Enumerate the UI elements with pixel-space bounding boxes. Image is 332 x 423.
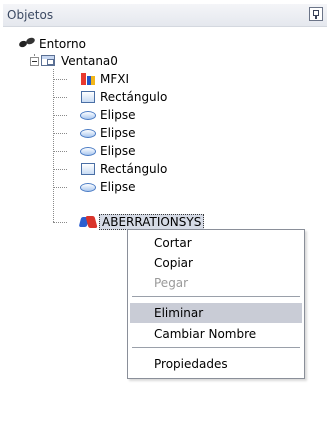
tree-item-entorno[interactable]: Entorno	[19, 35, 86, 53]
tree-connector	[53, 151, 67, 152]
tree-connector	[53, 115, 67, 116]
tree-item[interactable]: Elipse	[80, 106, 136, 124]
menu-item-copy[interactable]: Copiar	[130, 253, 302, 273]
menu-separator	[132, 347, 300, 348]
window-icon	[41, 54, 57, 68]
tree-connector	[53, 187, 67, 188]
tree-item-label: ABERRATIONSYS	[99, 214, 205, 230]
tree-item-label: Ventana0	[61, 54, 118, 68]
rectangle-icon	[80, 90, 96, 104]
tree-item[interactable]: Rectángulo	[80, 88, 167, 106]
tree-item[interactable]: MFXI	[80, 70, 129, 88]
ellipse-icon	[80, 108, 96, 122]
tree-item-label: MFXI	[100, 72, 130, 86]
tree-item-ventana0[interactable]: Ventana0	[41, 52, 118, 70]
tree-item-label: Entorno	[39, 37, 86, 51]
ellipse-icon	[80, 144, 96, 158]
mfxi-icon	[80, 72, 96, 86]
collapse-toggle-icon[interactable]	[30, 57, 39, 66]
tree-item[interactable]: Elipse	[80, 124, 136, 142]
tree-connector	[53, 97, 67, 98]
menu-item-properties[interactable]: Propiedades	[130, 354, 302, 374]
tree-connector	[53, 133, 67, 134]
menu-item-delete[interactable]: Eliminar	[130, 303, 302, 323]
tree-item[interactable]: Rectángulo	[80, 160, 167, 178]
tree-item[interactable]: Elipse	[80, 178, 136, 196]
menu-item-cut[interactable]: Cortar	[130, 233, 302, 253]
tree-connector	[53, 222, 67, 223]
ellipse-icon	[80, 126, 96, 140]
tree-item-label: Elipse	[100, 144, 136, 158]
context-menu: Cortar Copiar Pegar Eliminar Cambiar Nom…	[127, 229, 305, 379]
tree-item-label: Rectángulo	[100, 90, 168, 104]
menu-separator	[132, 296, 300, 297]
tree-connector	[53, 79, 67, 80]
tree-connector	[53, 169, 67, 170]
aberration-icon	[80, 215, 96, 229]
menu-item-rename[interactable]: Cambiar Nombre	[130, 324, 302, 344]
rectangle-icon	[80, 162, 96, 176]
tree-item[interactable]: Elipse	[80, 142, 136, 160]
menu-item-paste: Pegar	[154, 276, 189, 290]
tree-connector	[53, 69, 54, 222]
glasses-icon	[19, 37, 35, 51]
tree-item-label: Elipse	[100, 108, 136, 122]
tree-item-label: Elipse	[100, 126, 136, 140]
tree-item-label: Elipse	[100, 180, 136, 194]
tree-item-label: Rectángulo	[100, 162, 168, 176]
ellipse-icon	[80, 180, 96, 194]
